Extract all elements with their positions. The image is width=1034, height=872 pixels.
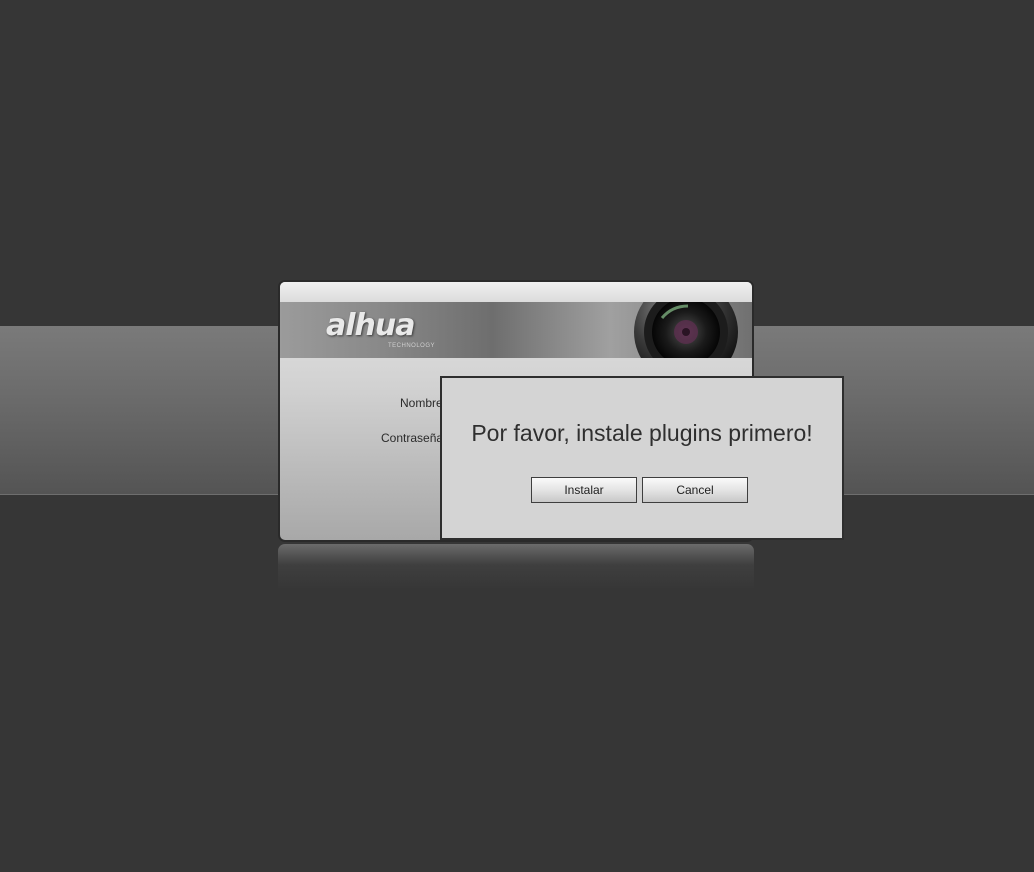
password-label: Contraseña	[381, 431, 444, 445]
logo-subtitle: TECHNOLOGY	[388, 343, 436, 349]
camera-lens-icon	[634, 302, 738, 358]
plugin-install-dialog: Por favor, instale plugins primero! Inst…	[440, 376, 844, 540]
install-button[interactable]: Instalar	[531, 477, 637, 503]
username-label: Nombre	[400, 396, 443, 410]
cancel-button[interactable]: Cancel	[642, 477, 748, 503]
panel-top-bar	[280, 282, 752, 302]
dialog-message: Por favor, instale plugins primero!	[471, 420, 813, 446]
page-background: alhua TECHNOLOGY Nombre Contraseña Por f…	[0, 0, 1034, 872]
dahua-logo: alhua	[326, 308, 415, 343]
panel-reflection	[278, 544, 754, 590]
brand-banner: alhua TECHNOLOGY	[280, 302, 752, 358]
